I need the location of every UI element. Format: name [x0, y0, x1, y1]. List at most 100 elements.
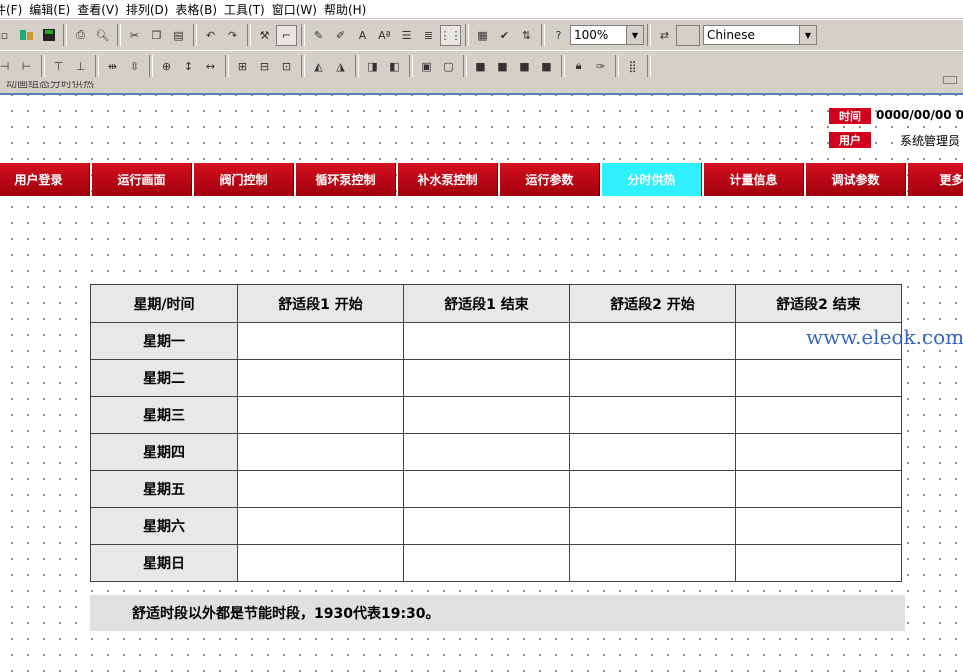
menu-file[interactable]: 件(F): [0, 1, 29, 18]
comfort2-end-cell[interactable]: [735, 396, 902, 434]
menu-arrange[interactable]: 排列(D): [126, 1, 176, 18]
space-h-icon[interactable]: ⇹: [102, 56, 123, 77]
comfort1-end-cell[interactable]: [403, 470, 570, 508]
backward-icon[interactable]: ■: [536, 56, 557, 77]
align-icon[interactable]: ☰: [396, 25, 417, 46]
align-right-icon[interactable]: ⊢: [16, 56, 37, 77]
list-icon[interactable]: ≣: [418, 25, 439, 46]
new-icon[interactable]: ▫: [0, 25, 15, 46]
window-restore-icon[interactable]: [943, 76, 957, 84]
comfort1-start-cell[interactable]: [237, 396, 404, 434]
comfort1-start-cell[interactable]: [237, 433, 404, 471]
center-icon[interactable]: ⊕: [156, 56, 177, 77]
nav-valve-control[interactable]: 阀门控制: [194, 163, 294, 196]
font-icon[interactable]: Aª: [374, 25, 395, 46]
comfort1-start-cell[interactable]: [237, 359, 404, 397]
nav-run-params[interactable]: 运行参数: [500, 163, 600, 196]
comfort2-start-cell[interactable]: [569, 433, 736, 471]
comfort1-end-cell[interactable]: [403, 396, 570, 434]
sort-icon[interactable]: ⇅: [516, 25, 537, 46]
undo-icon[interactable]: ↶: [200, 25, 221, 46]
layer-icon[interactable]: ▣: [416, 56, 437, 77]
open-icon[interactable]: [16, 25, 37, 46]
comfort1-start-cell[interactable]: [237, 322, 404, 360]
tools-icon[interactable]: ⚒: [254, 25, 275, 46]
paint-icon[interactable]: ✑: [590, 56, 611, 77]
text-icon[interactable]: A: [352, 25, 373, 46]
draw-icon[interactable]: ✎: [308, 25, 329, 46]
nav-debug-params[interactable]: 调试参数: [806, 163, 906, 196]
comfort1-end-cell[interactable]: [403, 322, 570, 360]
cut-icon[interactable]: ✂: [124, 25, 145, 46]
comfort2-start-cell[interactable]: [569, 544, 736, 582]
comfort2-end-cell[interactable]: [735, 544, 902, 582]
comfort1-end-cell[interactable]: [403, 359, 570, 397]
copy-icon[interactable]: ❐: [146, 25, 167, 46]
menu-table[interactable]: 表格(B): [175, 1, 224, 18]
chevron-down-icon[interactable]: ▼: [626, 26, 643, 44]
lock-icon[interactable]: 🔒︎: [568, 56, 589, 77]
nav-makeup-pump[interactable]: 补水泵控制: [398, 163, 498, 196]
flip-v-icon[interactable]: ◧: [384, 56, 405, 77]
language-select[interactable]: Chinese ▼: [703, 25, 817, 45]
layer2-icon[interactable]: ▢: [438, 56, 459, 77]
nav-more[interactable]: 更多功: [908, 163, 963, 196]
comfort2-start-cell[interactable]: [569, 396, 736, 434]
height-icon[interactable]: ↕: [178, 56, 199, 77]
paste-icon[interactable]: ▤: [168, 25, 189, 46]
check-icon[interactable]: ✔: [494, 25, 515, 46]
comfort2-start-cell[interactable]: [569, 470, 736, 508]
redo-icon[interactable]: ↷: [222, 25, 243, 46]
order-icon[interactable]: ⊡: [276, 56, 297, 77]
comfort2-end-cell[interactable]: [735, 470, 902, 508]
comfort1-start-cell[interactable]: [237, 470, 404, 508]
nav-timed-heating[interactable]: 分时供热: [602, 163, 702, 196]
align-left-icon[interactable]: ⊣: [0, 56, 15, 77]
menu-view[interactable]: 查看(V): [77, 1, 126, 18]
space-v-icon[interactable]: ⇳: [124, 56, 145, 77]
translate-icon[interactable]: ⇄: [654, 25, 675, 46]
group-icon[interactable]: ⊞: [232, 56, 253, 77]
rotate-left-icon[interactable]: ◭: [308, 56, 329, 77]
chevron-down-icon[interactable]: ▼: [799, 26, 816, 44]
save-icon[interactable]: [38, 25, 59, 46]
rotate-right-icon[interactable]: ◮: [330, 56, 351, 77]
properties-icon[interactable]: ▦: [472, 25, 493, 46]
nav-login[interactable]: 用户登录: [0, 163, 90, 196]
print-icon[interactable]: ⎙: [70, 25, 91, 46]
grid-icon[interactable]: ⋮⋮: [440, 24, 462, 46]
select-icon[interactable]: ⌐: [276, 24, 297, 46]
help-icon[interactable]: ?: [548, 25, 569, 46]
back-icon[interactable]: ■: [492, 56, 513, 77]
menu-edit[interactable]: 编辑(E): [29, 1, 77, 18]
menu-tools[interactable]: 工具(T): [224, 1, 272, 18]
comfort1-end-cell[interactable]: [403, 544, 570, 582]
menu-window[interactable]: 窗口(W): [272, 1, 324, 18]
blank-button[interactable]: [676, 24, 700, 46]
nav-circulation-pump[interactable]: 循环泵控制: [296, 163, 396, 196]
flip-h-icon[interactable]: ◨: [362, 56, 383, 77]
zoom-select[interactable]: 100% ▼: [570, 25, 644, 45]
comfort2-start-cell[interactable]: [569, 322, 736, 360]
forward-icon[interactable]: ■: [514, 56, 535, 77]
comfort2-end-cell[interactable]: [735, 433, 902, 471]
comfort2-end-cell[interactable]: [735, 507, 902, 545]
edit-icon[interactable]: ✐: [330, 25, 351, 46]
grid-dots-icon[interactable]: ⣿: [622, 56, 643, 77]
comfort1-end-cell[interactable]: [403, 507, 570, 545]
ungroup-icon[interactable]: ⊟: [254, 56, 275, 77]
front-icon[interactable]: ■: [470, 56, 491, 77]
nav-metering[interactable]: 计量信息: [704, 163, 804, 196]
align-bottom-icon[interactable]: ⊥: [70, 56, 91, 77]
comfort2-end-cell[interactable]: [735, 359, 902, 397]
print-preview-icon[interactable]: 🔍︎: [92, 25, 113, 46]
comfort1-start-cell[interactable]: [237, 507, 404, 545]
comfort2-start-cell[interactable]: [569, 359, 736, 397]
comfort1-end-cell[interactable]: [403, 433, 570, 471]
comfort2-start-cell[interactable]: [569, 507, 736, 545]
nav-run-screen[interactable]: 运行画面: [92, 163, 192, 196]
comfort1-start-cell[interactable]: [237, 544, 404, 582]
menu-help[interactable]: 帮助(H): [324, 1, 373, 18]
align-top-icon[interactable]: ⊤: [48, 56, 69, 77]
width-icon[interactable]: ↔: [200, 56, 221, 77]
